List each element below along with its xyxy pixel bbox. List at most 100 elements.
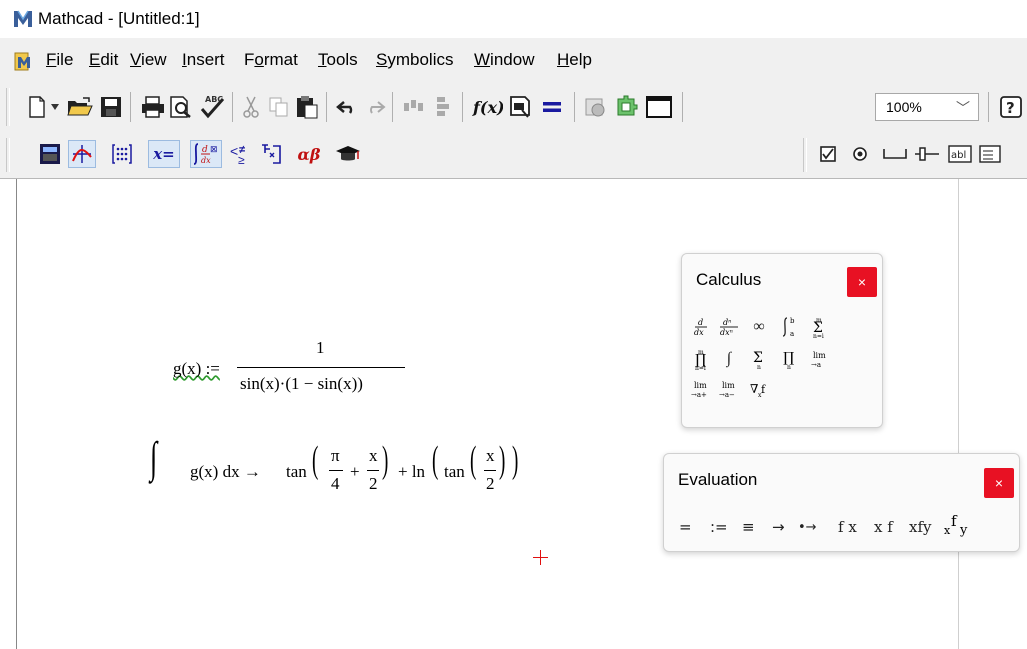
toolbar-separator [462,92,463,122]
redo-icon[interactable] [362,94,388,120]
checkbox-control-icon[interactable] [816,142,840,166]
open-folder-icon[interactable] [66,94,94,120]
programming-icon[interactable] [258,140,286,168]
listbox-control-icon[interactable] [976,142,1004,166]
toolbar-grip[interactable] [6,88,10,126]
treetop-operator-button[interactable]: xfy [944,512,972,542]
postfix-operator-button[interactable]: x f [874,518,893,536]
menu-file[interactable]: File [46,50,73,70]
svg-text:<: < [230,143,238,159]
close-icon[interactable]: × [847,267,877,297]
svg-text:n: n [757,364,761,370]
matrix-icon[interactable] [108,140,136,168]
definition-lhs: g(x) := [173,359,220,378]
insertion-crosshair [533,550,548,565]
menu-window[interactable]: Window [474,50,534,70]
paste-icon[interactable] [294,94,320,120]
print-icon[interactable] [140,94,166,120]
graph-toolbar-icon[interactable] [68,140,96,168]
boolean-icon[interactable]: < ≠ ≥ [228,140,254,168]
component-icon[interactable] [612,94,640,120]
menu-symbolics[interactable]: Symbolics [376,50,453,70]
menu-bar: File Edit View Insert Format Tools Symbo… [0,38,1027,82]
greek-toolbar-button[interactable]: αβ [292,140,326,168]
svg-text:f: f [951,514,958,530]
zoom-select[interactable]: 100% ﹀ [875,93,979,121]
menu-help[interactable]: Help [557,50,592,70]
insert-function-icon[interactable]: f(x) [470,94,504,120]
symbolic-keyword-icon[interactable] [332,140,364,168]
insert-unit-icon[interactable] [506,94,534,120]
chevron-down-icon: ﹀ [956,100,970,116]
define-button[interactable]: := [710,518,728,536]
undo-icon[interactable] [334,94,360,120]
svg-text:dx: dx [694,328,704,337]
indefinite-integral-button[interactable]: ∫ [716,346,742,372]
evaluate-button[interactable]: = [679,518,692,536]
copy-icon[interactable] [266,94,292,120]
svg-text:→a−: →a− [719,391,735,399]
svg-text:dx: dx [201,156,211,165]
right-limit-button[interactable]: lim →a+ [688,376,714,402]
symbolic-evaluate-button[interactable]: → [772,518,785,536]
evaluation-toolbar-button[interactable]: x= [148,140,180,168]
nth-derivative-button[interactable]: dⁿ dxⁿ [716,314,742,340]
menu-insert[interactable]: Insert [182,50,225,70]
resource-center-icon[interactable] [582,94,610,120]
new-document-icon[interactable] [26,94,48,120]
menu-tools[interactable]: Tools [318,50,358,70]
align-down-icon[interactable] [430,94,456,120]
save-icon[interactable] [98,94,124,120]
mathcad-logo-icon [14,10,32,27]
region-icon[interactable] [644,94,674,120]
menu-view[interactable]: View [130,50,167,70]
derivative-button[interactable]: d dx [688,314,714,340]
infinity-button[interactable]: ∞ [746,314,772,340]
slider-control-icon[interactable] [912,142,942,166]
summation-range-button[interactable]: m Σn=i [806,314,832,340]
keyword-evaluate-button[interactable]: •→ [798,520,817,535]
prefix-operator-button[interactable]: f x [838,518,857,536]
gradient-button[interactable]: ∇ x f [746,376,772,402]
calculus-toolbar-icon[interactable]: d dx ⊠ [190,140,222,168]
textbox-control-icon[interactable]: abl [946,142,974,166]
cut-icon[interactable] [238,94,264,120]
svg-text:dxⁿ: dxⁿ [720,328,733,337]
infix-operator-button[interactable]: xfy [909,518,932,536]
range-summation-button[interactable]: Σn [746,346,772,372]
product-range-button[interactable]: m ∏ n=i [688,346,714,372]
align-across-icon[interactable] [400,94,428,120]
menu-edit[interactable]: Edit [89,50,118,70]
chevron-down-icon[interactable] [48,96,62,118]
calculate-icon[interactable] [538,94,566,120]
close-icon[interactable]: × [984,468,1014,498]
definite-integral-button[interactable]: ba [776,314,802,340]
svg-text:x: x [944,524,951,537]
push-button-control-icon[interactable] [880,142,910,166]
zoom-value: 100% [886,99,922,115]
calculator-icon[interactable] [36,140,64,168]
svg-text:y: y [959,523,968,538]
spell-check-icon[interactable]: ABC [198,92,226,120]
svg-text:≥: ≥ [238,153,245,166]
page-right-margin [958,179,959,649]
radio-button-control-icon[interactable] [848,142,872,166]
global-define-button[interactable]: ≡ [742,518,755,536]
fraction-denominator: sin(x)·(1 − sin(x)) [240,374,363,393]
document-icon[interactable] [13,50,37,72]
help-icon[interactable]: ? [998,94,1024,120]
tan-function: tan [444,462,465,481]
toolbar-grip[interactable] [6,138,10,172]
limit-button[interactable]: lim →a [806,346,832,372]
toolbar-grip[interactable] [803,138,807,172]
fraction-denominator: 4 [331,474,340,493]
range-product-button[interactable]: ∏ n [776,346,802,372]
print-preview-icon[interactable] [168,94,194,120]
toolbar-separator [988,92,989,122]
toolbar-separator [682,92,683,122]
svg-text:a: a [790,330,794,338]
menu-format[interactable]: Format [244,50,298,70]
ln-function: + ln [398,462,426,481]
left-limit-button[interactable]: lim →a− [716,376,742,402]
svg-text:lim: lim [722,381,735,390]
